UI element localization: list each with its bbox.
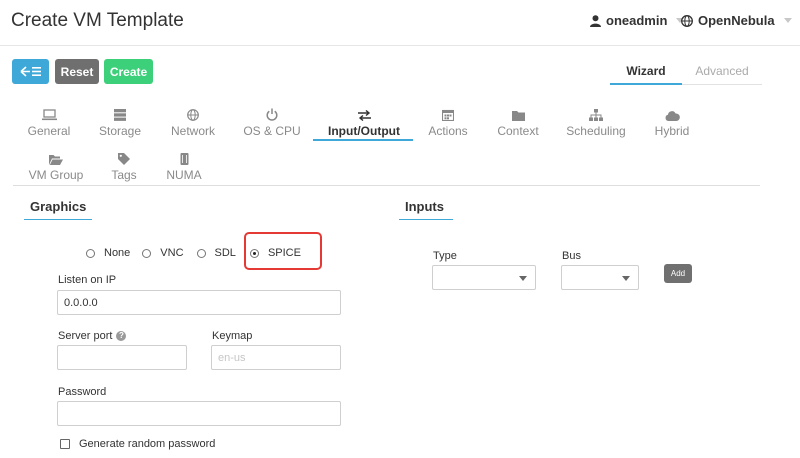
tab-network[interactable]: Network	[153, 106, 233, 138]
tabs-divider	[13, 185, 760, 186]
active-tab-indicator	[313, 139, 413, 141]
tab-label: OS & CPU	[243, 124, 301, 138]
input-bus-select[interactable]	[561, 265, 639, 290]
help-icon[interactable]: ?	[116, 331, 127, 342]
radio-vnc[interactable]	[142, 248, 152, 258]
random-password-checkbox[interactable]	[60, 439, 70, 449]
tab-label: Context	[497, 124, 539, 138]
storage-icon	[114, 109, 126, 121]
back-button[interactable]	[12, 59, 49, 84]
random-password-row: Generate random password	[60, 438, 215, 450]
globe-icon	[187, 109, 199, 121]
add-input-button[interactable]: Add	[664, 264, 692, 283]
inputs-title-underline	[399, 219, 453, 220]
laptop-icon	[41, 109, 57, 121]
page-title: Create VM Template	[11, 10, 184, 31]
sitemap-icon	[589, 109, 603, 121]
radio-none[interactable]	[86, 248, 95, 258]
folder-icon	[511, 111, 525, 121]
zone-menu[interactable]: OpenNebula	[681, 13, 792, 28]
user-icon	[590, 14, 601, 27]
keymap-label: Keymap	[212, 330, 253, 342]
tab-label: Storage	[98, 124, 142, 138]
input-type-select[interactable]	[432, 265, 536, 290]
tab-label: Hybrid	[654, 124, 690, 138]
inputs-title: Inputs	[405, 199, 444, 214]
server-port-label-text: Server port	[58, 330, 113, 342]
cloud-icon	[665, 111, 680, 121]
folder-open-icon	[49, 155, 63, 165]
tab-context[interactable]: Context	[478, 106, 558, 138]
listen-ip-input[interactable]: 0.0.0.0	[57, 290, 341, 315]
exchange-icon	[357, 110, 371, 121]
tab-os-cpu[interactable]: OS & CPU	[232, 106, 312, 138]
tab-label: Actions	[428, 124, 468, 138]
tab-label: Network	[170, 124, 215, 138]
tab-scheduling[interactable]: Scheduling	[556, 106, 636, 138]
tab-actions[interactable]: Actions	[408, 106, 488, 138]
zone-name: OpenNebula	[698, 13, 775, 28]
tab-label: Input/Output	[328, 124, 400, 138]
calendar-icon	[442, 109, 454, 121]
radio-label-sdl: SDL	[214, 247, 236, 259]
arrow-left-list-icon	[19, 66, 41, 77]
chevron-down-icon	[519, 276, 527, 281]
tab-input-output[interactable]: Input/Output	[318, 106, 410, 138]
keymap-input[interactable]: en-us	[211, 345, 341, 370]
tab-label: NUMA	[166, 168, 202, 182]
server-port-label: Server port?	[58, 330, 127, 342]
chevron-down-icon	[622, 276, 630, 281]
power-icon	[266, 108, 278, 121]
reset-button[interactable]: Reset	[55, 59, 99, 84]
listen-ip-label: Listen on IP	[58, 274, 117, 286]
tab-storage[interactable]: Storage	[80, 106, 160, 138]
chevron-down-icon	[783, 18, 792, 23]
chip-icon	[180, 153, 188, 165]
tab-numa[interactable]: NUMA	[144, 150, 224, 182]
radio-label-vnc: VNC	[160, 247, 184, 259]
tab-label: Scheduling	[566, 124, 626, 138]
globe-icon	[681, 14, 693, 27]
graphics-title: Graphics	[30, 199, 87, 214]
tab-hybrid[interactable]: Hybrid	[632, 106, 712, 138]
create-button[interactable]: Create	[104, 59, 153, 84]
radio-label-none: None	[104, 247, 131, 259]
graphics-title-underline	[24, 219, 92, 220]
server-port-input[interactable]	[57, 345, 187, 370]
password-label: Password	[58, 386, 107, 398]
password-input[interactable]	[57, 401, 341, 426]
spice-highlight-box	[244, 232, 322, 270]
user-name: oneadmin	[606, 13, 668, 28]
tab-advanced[interactable]: Advanced	[682, 60, 762, 85]
tab-general[interactable]: General	[9, 106, 89, 138]
input-bus-label: Bus	[562, 250, 581, 262]
tab-wizard[interactable]: Wizard	[610, 60, 682, 85]
user-menu[interactable]: oneadmin	[590, 13, 685, 28]
random-password-label: Generate random password	[79, 438, 216, 450]
tag-icon	[118, 153, 130, 165]
input-type-label: Type	[433, 250, 457, 262]
tab-label: General	[27, 124, 71, 138]
radio-sdl[interactable]	[196, 248, 206, 258]
